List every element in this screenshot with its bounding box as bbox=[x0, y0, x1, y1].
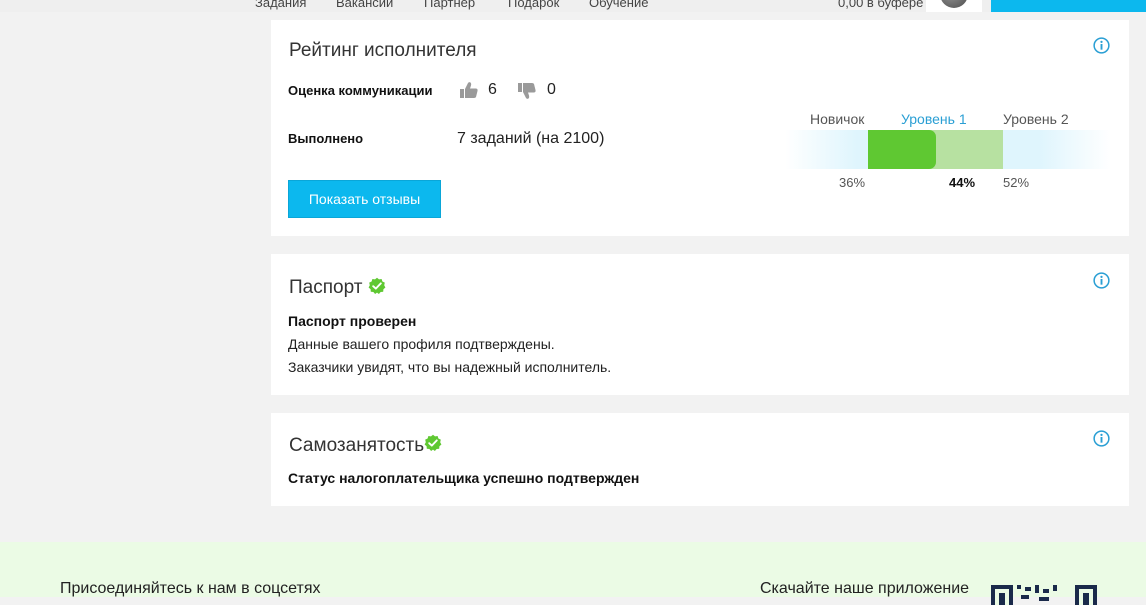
done-label: Выполнено bbox=[288, 131, 364, 146]
level-prev-label: Новичок bbox=[810, 111, 865, 127]
info-icon[interactable] bbox=[1093, 430, 1110, 447]
passport-line-1: Данные вашего профиля подтверждены. bbox=[288, 336, 555, 352]
footer-social-text: Присоединяйтесь к нам в соцсетях bbox=[60, 580, 321, 597]
footer-app-text: Скачайте наше приложение bbox=[760, 580, 970, 597]
avatar-container[interactable] bbox=[926, 0, 982, 12]
communication-label: Оценка коммуникации bbox=[288, 83, 433, 98]
info-icon[interactable] bbox=[1093, 37, 1110, 54]
nav-item-tasks[interactable]: Задания bbox=[255, 0, 306, 10]
rating-title: Рейтинг исполнителя bbox=[289, 40, 477, 61]
level-next-percent: 52% bbox=[1003, 175, 1030, 190]
thumbs-up-icon[interactable] bbox=[459, 81, 479, 99]
nav-item-learning[interactable]: Обучение bbox=[589, 0, 648, 10]
level-prev-percent: 36% bbox=[839, 175, 866, 190]
level-next-label: Уровень 2 bbox=[1003, 111, 1069, 127]
passport-line-2: Заказчики увидят, что вы надежный исполн… bbox=[288, 359, 612, 375]
balance-text: 0,00 в буфере bbox=[838, 0, 924, 10]
thumbs-down-icon[interactable] bbox=[517, 82, 537, 100]
self-employed-card: Самозанятость Статус налогоплательщика у… bbox=[271, 413, 1129, 506]
nav-item-vacancies[interactable]: Вакансии bbox=[336, 0, 393, 10]
passport-status: Паспорт проверен bbox=[288, 313, 417, 329]
level-current-label: Уровень 1 bbox=[901, 111, 967, 127]
passport-card: Паспорт Паспорт проверен Данные вашего п… bbox=[271, 254, 1129, 395]
footer: Присоединяйтесь к нам в соцсетях Скачайт… bbox=[0, 542, 1146, 605]
done-value: 7 заданий (на 2100) bbox=[457, 130, 605, 147]
show-reviews-button[interactable]: Показать отзывы bbox=[288, 180, 441, 218]
nav-item-partner[interactable]: Партнер bbox=[424, 0, 475, 10]
dislikes-count: 0 bbox=[547, 81, 556, 98]
top-navigation: Задания Вакансии Партнер Подарок Обучени… bbox=[0, 0, 1146, 12]
avatar[interactable] bbox=[940, 0, 968, 8]
self-employed-status: Статус налогоплательщика успешно подтвер… bbox=[288, 470, 640, 486]
check-badge-icon bbox=[368, 277, 386, 294]
qr-code-icon[interactable] bbox=[991, 585, 1097, 605]
header-action-button[interactable] bbox=[991, 0, 1146, 12]
level-current-percent: 44% bbox=[949, 175, 976, 190]
check-badge-icon bbox=[424, 434, 442, 451]
passport-title: Паспорт bbox=[289, 277, 363, 298]
level-progress-fill bbox=[868, 130, 936, 169]
info-icon[interactable] bbox=[1093, 272, 1110, 289]
likes-count: 6 bbox=[488, 81, 497, 98]
rating-card: Рейтинг исполнителя Оценка коммуникации … bbox=[271, 20, 1129, 236]
nav-item-gift[interactable]: Подарок bbox=[508, 0, 559, 10]
self-employed-title: Самозанятость bbox=[289, 435, 425, 456]
